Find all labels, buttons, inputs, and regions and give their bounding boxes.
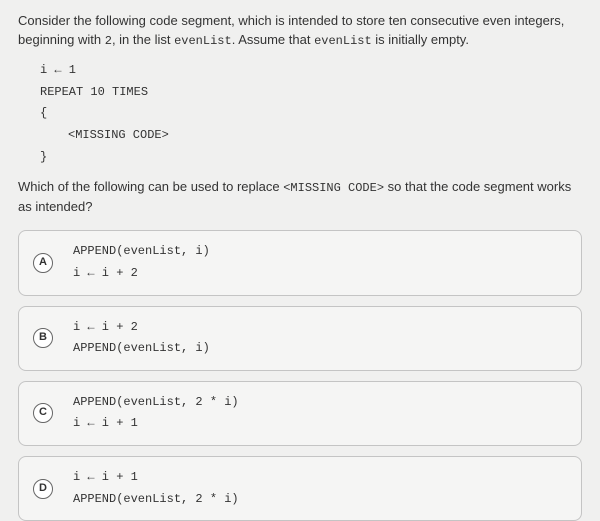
option-code-c: APPEND(evenList, 2 * i) i ← i + 1 <box>73 392 239 435</box>
followup-text-1: Which of the following can be used to re… <box>18 179 283 194</box>
option-code-d: i ← i + 1 APPEND(evenList, 2 * i) <box>73 467 239 510</box>
option-a[interactable]: A APPEND(evenList, i) i ← i + 2 <box>18 230 582 295</box>
option-code-b: i ← i + 2 APPEND(evenList, i) <box>73 317 210 360</box>
code-line: <MISSING CODE> <box>40 125 582 147</box>
code-line: REPEAT 10 TIMES <box>40 82 582 104</box>
intro-code-1: 2 <box>105 34 112 48</box>
code-line: i ← 1 <box>40 60 582 82</box>
option-letter-c: C <box>33 403 53 423</box>
followup-code: <MISSING CODE> <box>283 181 384 195</box>
question-intro: Consider the following code segment, whi… <box>18 12 582 50</box>
option-letter-d: D <box>33 479 53 499</box>
option-letter-b: B <box>33 328 53 348</box>
option-code-a: APPEND(evenList, i) i ← i + 2 <box>73 241 210 284</box>
option-d[interactable]: D i ← i + 1 APPEND(evenList, 2 * i) <box>18 456 582 521</box>
intro-code-2: evenList <box>174 34 232 48</box>
intro-code-3: evenList <box>314 34 372 48</box>
option-b[interactable]: B i ← i + 2 APPEND(evenList, i) <box>18 306 582 371</box>
question-followup: Which of the following can be used to re… <box>18 178 582 216</box>
intro-text-3: . Assume that <box>232 32 314 47</box>
option-c[interactable]: C APPEND(evenList, 2 * i) i ← i + 1 <box>18 381 582 446</box>
code-line: { <box>40 103 582 125</box>
options-list: A APPEND(evenList, i) i ← i + 2 B i ← i … <box>18 230 582 521</box>
code-block: i ← 1 REPEAT 10 TIMES { <MISSING CODE> } <box>40 60 582 168</box>
code-line: } <box>40 147 582 169</box>
option-letter-a: A <box>33 253 53 273</box>
intro-text-2: , in the list <box>112 32 174 47</box>
intro-text-4: is initially empty. <box>372 32 469 47</box>
